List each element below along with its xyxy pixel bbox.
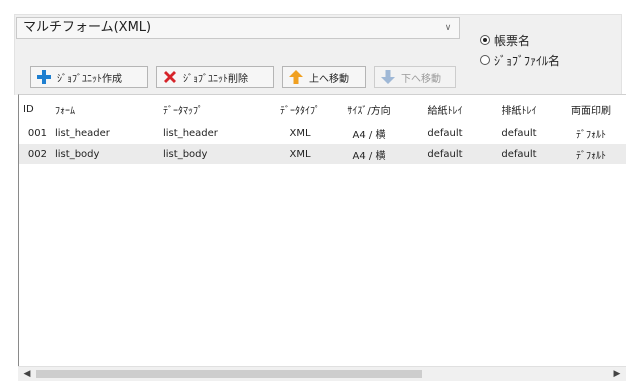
create-job-unit-button[interactable]: ｼﾞｮﾌﾞﾕﾆｯﾄ作成 (30, 66, 148, 88)
cell-id: 002 (27, 148, 47, 160)
cell-data-map: list_header (163, 127, 218, 139)
cell-duplex: ﾃﾞﾌｫﾙﾄ (576, 150, 606, 162)
plus-icon (35, 68, 53, 86)
cell-form: list_header (55, 127, 110, 139)
scrollbar-thumb[interactable] (36, 370, 422, 378)
cell-id: 001 (27, 127, 47, 139)
delete-x-icon (161, 68, 179, 86)
move-down-button[interactable]: 下へ移動 (374, 66, 456, 88)
horizontal-scrollbar[interactable]: ◀ ▶ (18, 366, 626, 381)
table-header-row: ID ﾌｫｰﾑ ﾃﾞｰﾀﾏｯﾌﾟ ﾃﾞｰﾀﾀｲﾌﾟ ｻｲｽﾞ/方向 給紙ﾄﾚｲ … (19, 99, 626, 119)
header-data-map[interactable]: ﾃﾞｰﾀﾏｯﾌﾟ (157, 102, 269, 117)
header-id[interactable]: ID (19, 104, 49, 115)
radio-job-file-name[interactable]: ｼﾞｮﾌﾞﾌｧｲﾙ名 (480, 52, 560, 68)
cell-data-map: list_body (163, 148, 208, 160)
cell-output-tray: default (501, 148, 537, 160)
header-feed-tray[interactable]: 給紙ﾄﾚｲ (407, 102, 483, 117)
header-size-orientation[interactable]: ｻｲｽﾞ/方向 (331, 102, 407, 117)
table-row[interactable]: 002 list_body list_body XML A4 / 横 defau… (19, 144, 626, 164)
chevron-down-icon[interactable]: ∨ (441, 18, 455, 38)
cell-feed-tray: default (427, 127, 463, 139)
delete-job-unit-label: ｼﾞｮﾌﾞﾕﾆｯﾄ削除 (183, 73, 248, 85)
cell-form: list_body (55, 148, 100, 160)
scroll-right-icon[interactable]: ▶ (610, 367, 624, 381)
radio-form-name[interactable]: 帳票名 (480, 32, 530, 48)
radio-label-form-name: 帳票名 (494, 33, 531, 48)
move-up-label: 上へ移動 (309, 73, 349, 85)
cell-size-orientation: A4 / 横 (352, 150, 386, 162)
arrow-up-icon (287, 68, 305, 86)
radio-selected-icon (480, 35, 490, 45)
form-select[interactable]: マルチフォーム(XML) ∨ (16, 17, 460, 39)
scroll-left-icon[interactable]: ◀ (20, 367, 34, 381)
job-unit-table: ID ﾌｫｰﾑ ﾃﾞｰﾀﾏｯﾌﾟ ﾃﾞｰﾀﾀｲﾌﾟ ｻｲｽﾞ/方向 給紙ﾄﾚｲ … (18, 94, 626, 381)
table-row[interactable]: 001 list_header list_header XML A4 / 横 d… (19, 123, 626, 143)
header-output-tray[interactable]: 排紙ﾄﾚｲ (483, 102, 555, 117)
radio-label-job-file-name: ｼﾞｮﾌﾞﾌｧｲﾙ名 (494, 53, 561, 68)
arrow-down-icon (379, 68, 397, 86)
header-data-type[interactable]: ﾃﾞｰﾀﾀｲﾌﾟ (269, 102, 331, 117)
cell-size-orientation: A4 / 横 (352, 129, 386, 141)
cell-output-tray: default (501, 127, 537, 139)
move-up-button[interactable]: 上へ移動 (282, 66, 366, 88)
move-down-label: 下へ移動 (401, 73, 441, 85)
radio-unselected-icon (480, 55, 490, 65)
delete-job-unit-button[interactable]: ｼﾞｮﾌﾞﾕﾆｯﾄ削除 (156, 66, 274, 88)
cell-feed-tray: default (427, 148, 463, 160)
create-job-unit-label: ｼﾞｮﾌﾞﾕﾆｯﾄ作成 (57, 73, 122, 85)
header-form[interactable]: ﾌｫｰﾑ (49, 102, 157, 117)
header-duplex[interactable]: 両面印刷 (555, 102, 626, 117)
cell-data-type: XML (289, 127, 311, 139)
cell-data-type: XML (289, 148, 311, 160)
cell-duplex: ﾃﾞﾌｫﾙﾄ (576, 129, 606, 141)
form-select-value: マルチフォーム(XML) (23, 20, 152, 35)
